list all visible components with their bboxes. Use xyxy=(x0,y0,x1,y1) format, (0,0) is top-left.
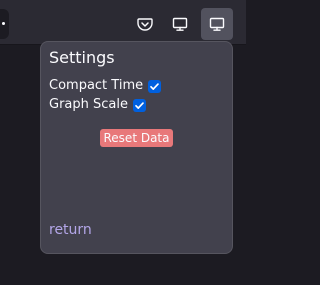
extension-button-1[interactable] xyxy=(165,9,195,39)
popup-title: Settings xyxy=(49,48,115,67)
browser-toolbar xyxy=(0,0,246,45)
extension-button-2-active[interactable] xyxy=(201,8,233,40)
option-compact-time: Compact Time xyxy=(49,77,162,95)
checkmark-icon xyxy=(135,101,144,109)
pocket-button[interactable] xyxy=(130,9,160,39)
compact-time-checkbox[interactable] xyxy=(148,79,162,93)
pocket-icon xyxy=(137,16,153,32)
option-graph-scale: Graph Scale xyxy=(49,96,146,114)
urlbar-edge[interactable] xyxy=(0,9,9,39)
urlbar-dot xyxy=(2,22,5,25)
monitor-icon xyxy=(172,16,188,32)
option-label: Graph Scale xyxy=(49,97,128,112)
reset-data-button[interactable]: Reset Data xyxy=(100,129,173,147)
settings-popup: Settings Compact Time Graph Scale Reset … xyxy=(40,41,233,254)
monitor-icon xyxy=(209,16,225,32)
option-label: Compact Time xyxy=(49,78,144,93)
return-link[interactable]: return xyxy=(49,221,92,239)
graph-scale-checkbox[interactable] xyxy=(132,98,146,112)
checkmark-icon xyxy=(150,82,159,90)
